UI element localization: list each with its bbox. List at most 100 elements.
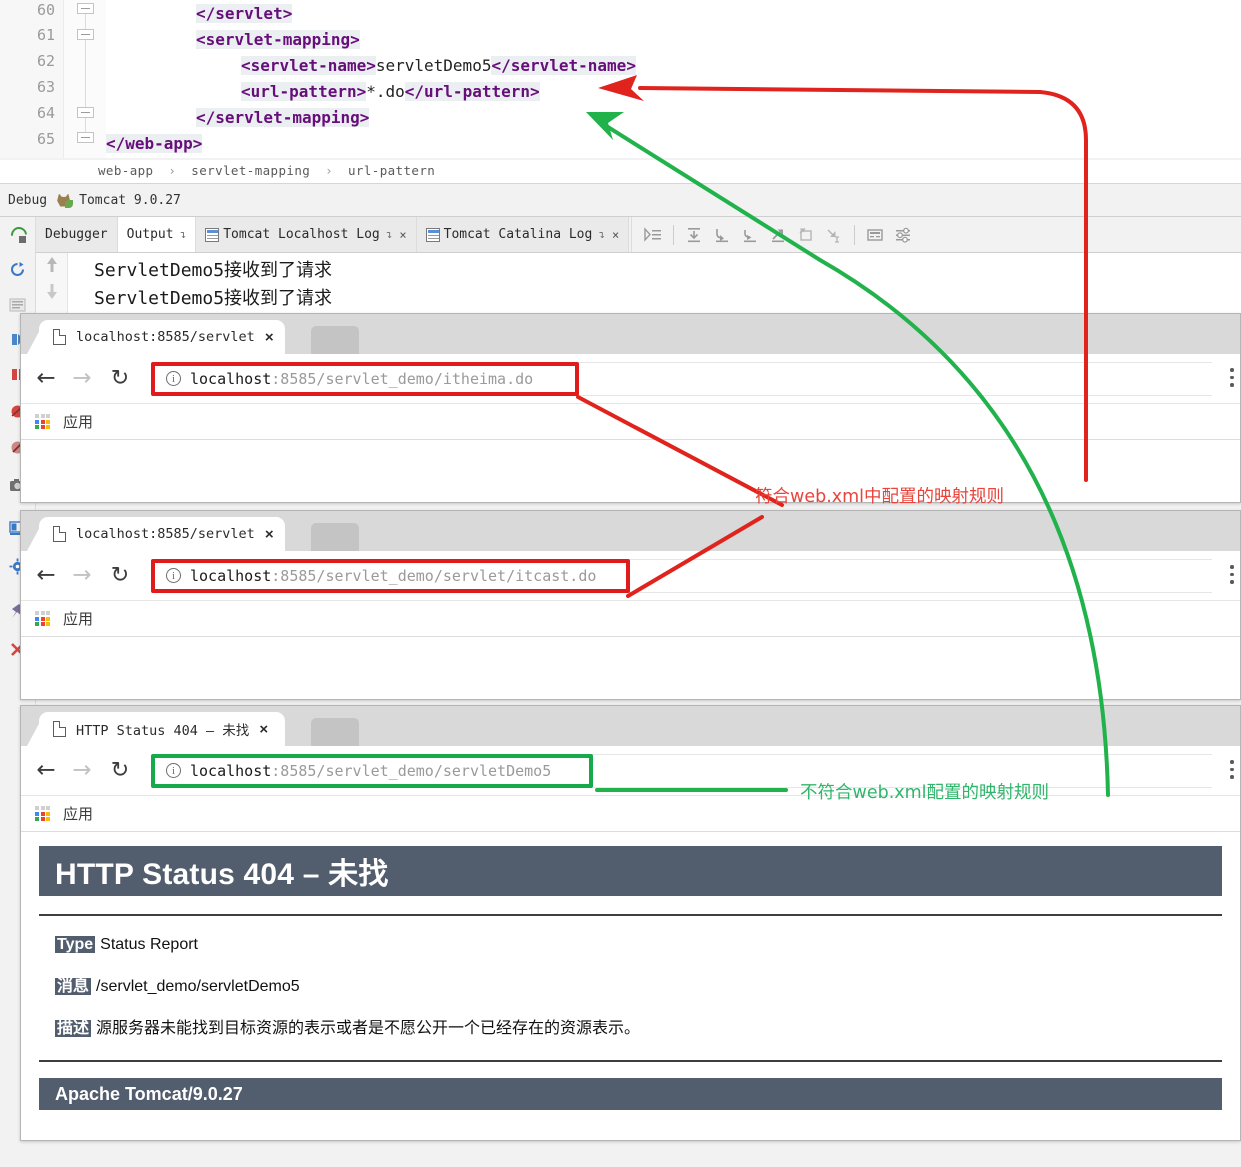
code-token: <url-pattern>: [241, 82, 367, 101]
bookmark-apps-label[interactable]: 应用: [63, 411, 93, 432]
forward-button[interactable]: →: [65, 362, 99, 396]
browser-tab[interactable]: HTTP Status 404 – 未找 ×: [39, 712, 285, 746]
browser-toolbar: ← → ↻ i localhost:8585/servlet_demo/ithe…: [21, 354, 1240, 404]
address-bar-url: localhost:8585/servlet_demo/itheima.do: [190, 370, 533, 388]
error-row-key: 描述: [55, 1020, 92, 1037]
rerun-button[interactable]: [0, 217, 36, 253]
code-line-61: <servlet-mapping>: [196, 27, 360, 52]
back-button[interactable]: ←: [29, 362, 63, 396]
reload-button[interactable]: ↻: [103, 754, 137, 788]
step-into-icon: [716, 228, 729, 242]
tab-label: Output: [126, 227, 174, 242]
line-number: 62: [36, 52, 55, 70]
run-to-cursor-icon: [827, 228, 840, 243]
close-icon[interactable]: ×: [259, 721, 268, 738]
debug-actions-toolbar: [631, 217, 916, 252]
line-number: 63: [36, 78, 55, 96]
run-configuration-name[interactable]: Tomcat 9.0.27: [79, 193, 181, 208]
breadcrumb-item-servlet-mapping[interactable]: servlet-mapping: [191, 163, 310, 178]
close-icon[interactable]: ×: [612, 228, 619, 242]
browser-tab[interactable]: localhost:8585/servlet ×: [39, 320, 285, 354]
tab-label: Tomcat Localhost Log: [223, 227, 380, 242]
line-number-gutter: 60 61 62 63 64 65: [0, 0, 64, 158]
breadcrumb-separator-icon: ›: [168, 163, 177, 178]
apps-grid-icon[interactable]: [35, 414, 50, 429]
new-tab-button[interactable]: [311, 326, 359, 354]
address-bar[interactable]: i localhost:8585/servlet_demo/itheima.do: [151, 361, 579, 396]
error-row-key: 消息: [55, 978, 92, 995]
code-text-area[interactable]: </servlet> <servlet-mapping> <servlet-na…: [106, 0, 1241, 158]
bookmarks-bar: 应用: [21, 404, 1240, 440]
address-bar[interactable]: i localhost:8585/servlet_demo/servletDem…: [151, 753, 593, 788]
site-info-icon[interactable]: i: [166, 763, 181, 778]
tab-debugger[interactable]: Debugger: [36, 217, 118, 252]
forward-button[interactable]: →: [65, 559, 99, 593]
browser-toolbar: ← → ↻ i localhost:8585/servlet_demo/serv…: [21, 746, 1240, 796]
bookmarks-bar: 应用: [21, 601, 1240, 637]
forward-button[interactable]: →: [65, 754, 99, 788]
error-row-value: /servlet_demo/servletDemo5: [96, 978, 300, 995]
new-tab-button[interactable]: [311, 718, 359, 746]
console-scroll-gutter[interactable]: [36, 253, 68, 313]
rerun-icon[interactable]: [9, 261, 26, 278]
reload-button[interactable]: ↻: [103, 559, 137, 593]
fold-toggle-icon[interactable]: [77, 132, 94, 143]
apps-grid-icon[interactable]: [35, 806, 50, 821]
close-icon[interactable]: ×: [265, 329, 274, 346]
output-console[interactable]: ServletDemo5接收到了请求 ServletDemo5接收到了请求: [36, 253, 1241, 313]
breadcrumb-item-web-app[interactable]: web-app: [98, 163, 153, 178]
pin-icon[interactable]: ↴: [386, 228, 393, 241]
address-bar[interactable]: i localhost:8585/servlet_demo/servlet/it…: [151, 558, 630, 593]
settings-button[interactable]: [890, 222, 916, 248]
evaluate-expression-button[interactable]: [862, 222, 888, 248]
divider: [39, 914, 1222, 916]
code-folding-gutter[interactable]: [64, 0, 106, 158]
fold-toggle-icon[interactable]: [77, 29, 94, 40]
step-over-button[interactable]: [681, 222, 707, 248]
tab-strip: localhost:8585/servlet ×: [21, 314, 1240, 354]
page-icon: [53, 329, 66, 345]
url-path: :8585/servlet_demo/servlet/itcast.do: [271, 566, 597, 585]
step-into-button[interactable]: [709, 222, 735, 248]
close-icon[interactable]: ×: [399, 228, 406, 242]
site-info-icon[interactable]: i: [166, 568, 181, 583]
apps-grid-icon[interactable]: [35, 611, 50, 626]
site-info-icon[interactable]: i: [166, 371, 181, 386]
code-token: <servlet-mapping>: [196, 30, 360, 49]
tab-tomcat-catalina-log[interactable]: Tomcat Catalina Log ↴ ×: [416, 217, 630, 252]
console-output-line: ServletDemo5接收到了请求: [94, 288, 333, 309]
bookmark-apps-label[interactable]: 应用: [63, 608, 93, 629]
pin-icon[interactable]: ↴: [598, 228, 605, 241]
chrome-menu-icon[interactable]: [1230, 760, 1234, 780]
run-to-cursor-button[interactable]: [821, 222, 847, 248]
drop-frame-button[interactable]: [793, 222, 819, 248]
close-icon[interactable]: ×: [265, 526, 274, 543]
breadcrumb-item-url-pattern[interactable]: url-pattern: [348, 163, 435, 178]
tab-output[interactable]: Output ↴: [117, 217, 197, 252]
debug-panel-label: Debug: [8, 193, 48, 208]
pin-icon[interactable]: ↴: [180, 228, 187, 241]
step-out-button[interactable]: [765, 222, 791, 248]
line-number: 61: [36, 26, 55, 44]
chrome-menu-icon[interactable]: [1230, 368, 1234, 388]
code-token: servletDemo5: [375, 56, 492, 75]
reload-button[interactable]: ↻: [103, 362, 137, 396]
fold-toggle-icon[interactable]: [77, 107, 94, 118]
tab-label: Tomcat Catalina Log: [443, 227, 593, 242]
browser-tab-title: localhost:8585/servlet: [76, 526, 255, 542]
force-step-into-button[interactable]: [737, 222, 763, 248]
show-execution-point-icon: [644, 226, 662, 242]
chrome-menu-icon[interactable]: [1230, 565, 1234, 585]
fold-toggle-icon[interactable]: [77, 3, 94, 14]
new-tab-button[interactable]: [311, 523, 359, 551]
code-line-60: </servlet>: [196, 1, 293, 26]
browser-tab[interactable]: localhost:8585/servlet ×: [39, 517, 285, 551]
bookmark-apps-label[interactable]: 应用: [63, 803, 93, 824]
back-button[interactable]: ←: [29, 559, 63, 593]
show-execution-point-button[interactable]: [640, 222, 666, 248]
error-row-value: Status Report: [100, 936, 198, 953]
tab-tomcat-localhost-log[interactable]: Tomcat Localhost Log ↴ ×: [196, 217, 417, 252]
back-button[interactable]: ←: [29, 754, 63, 788]
line-number: 64: [36, 104, 55, 122]
browser-window-2: localhost:8585/servlet × ← → ↻ i localho…: [20, 510, 1241, 700]
